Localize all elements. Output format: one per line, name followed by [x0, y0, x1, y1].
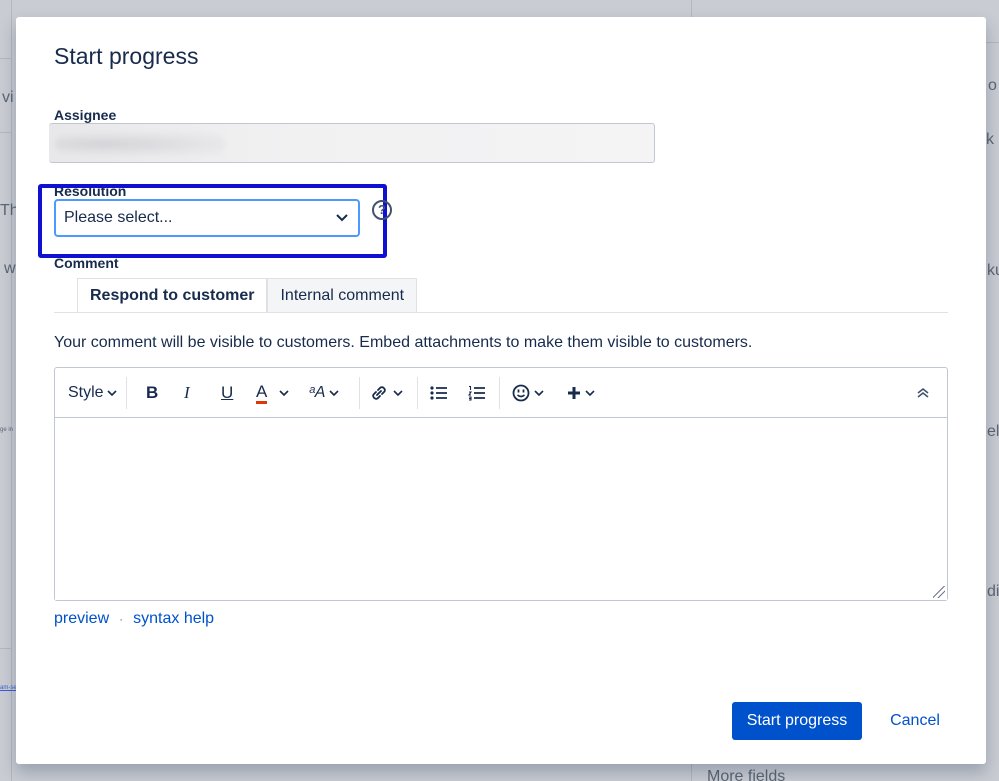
chevron-down-icon — [393, 390, 403, 396]
comment-label: Comment — [54, 255, 119, 271]
divider — [0, 58, 12, 59]
tabs-divider — [54, 312, 948, 313]
editor-toolbar: Style B I U A ᵃA — [55, 368, 947, 418]
chevron-down-icon — [107, 390, 117, 396]
comment-textarea[interactable] — [55, 419, 947, 600]
background-text: ku — [987, 262, 999, 279]
style-dropdown-label: Style — [68, 384, 104, 401]
numbered-list-button[interactable] — [468, 380, 486, 406]
link-button[interactable] — [369, 380, 403, 406]
chevron-double-up-icon — [917, 387, 929, 398]
resolution-selected-value: Please select... — [64, 209, 173, 226]
tab-respond-to-customer[interactable]: Respond to customer — [77, 278, 268, 313]
help-icon[interactable]: ? — [372, 200, 392, 220]
toolbar-separator — [359, 377, 360, 409]
resize-handle-icon[interactable] — [933, 586, 945, 598]
dialog-title: Start progress — [54, 43, 199, 69]
editor-links: preview · syntax help — [54, 610, 214, 628]
background-text: k a — [986, 131, 999, 148]
insert-more-button[interactable] — [567, 380, 595, 406]
text-size-button[interactable]: ᵃA — [309, 380, 339, 406]
collapse-toolbar-button[interactable] — [916, 380, 930, 406]
background-left-column — [0, 0, 12, 781]
background-text: vi — [2, 89, 14, 106]
chevron-down-icon — [534, 390, 544, 396]
chevron-down-icon — [585, 390, 595, 396]
text-color-button[interactable]: A — [256, 380, 289, 406]
chevron-down-icon — [336, 211, 348, 225]
divider — [0, 648, 12, 649]
divider — [986, 42, 999, 43]
emoji-button[interactable] — [512, 380, 544, 406]
tab-internal-comment[interactable]: Internal comment — [267, 278, 418, 313]
background-text: More fields — [707, 768, 786, 781]
bullet-list-icon — [430, 386, 447, 400]
chevron-down-icon — [329, 390, 339, 396]
background-link: am-se — [0, 685, 17, 691]
emoji-icon — [512, 384, 530, 402]
assignee-blurred-value — [55, 132, 225, 156]
divider — [0, 132, 12, 133]
resolution-select[interactable]: Please select... — [54, 199, 360, 237]
italic-button[interactable]: I — [184, 380, 190, 406]
link-icon — [372, 386, 386, 400]
numbered-list-icon — [468, 385, 485, 401]
background-text: ge in — [0, 427, 14, 433]
comment-editor: Style B I U A ᵃA — [54, 367, 948, 601]
chevron-down-icon — [279, 390, 289, 396]
cancel-button[interactable]: Cancel — [878, 702, 952, 740]
text-color-icon: A — [256, 382, 268, 404]
bullet-list-button[interactable] — [430, 380, 448, 406]
comment-tabs: Respond to customer Internal comment — [77, 278, 418, 313]
style-dropdown[interactable]: Style — [68, 380, 117, 406]
syntax-help-link[interactable]: syntax help — [133, 610, 214, 628]
toolbar-separator — [126, 377, 127, 409]
start-progress-dialog: Start progress Assignee Resolution Pleas… — [16, 17, 986, 764]
toolbar-separator — [499, 377, 500, 409]
toolbar-separator — [417, 377, 418, 409]
text-size-icon: ᵃA — [309, 384, 326, 401]
background-text: w — [4, 260, 16, 277]
assignee-label: Assignee — [54, 107, 117, 123]
background-text: ela — [987, 423, 999, 440]
link-separator: · — [119, 612, 124, 626]
background-text: diu — [987, 583, 999, 600]
bold-button[interactable]: B — [146, 380, 158, 406]
background-text: o — [988, 77, 997, 94]
underline-button[interactable]: U — [221, 380, 233, 406]
preview-link[interactable]: preview — [54, 610, 109, 628]
start-progress-button[interactable]: Start progress — [732, 702, 862, 740]
assignee-field[interactable] — [49, 123, 655, 163]
comment-visibility-info: Your comment will be visible to customer… — [54, 334, 753, 351]
plus-icon — [568, 387, 580, 399]
